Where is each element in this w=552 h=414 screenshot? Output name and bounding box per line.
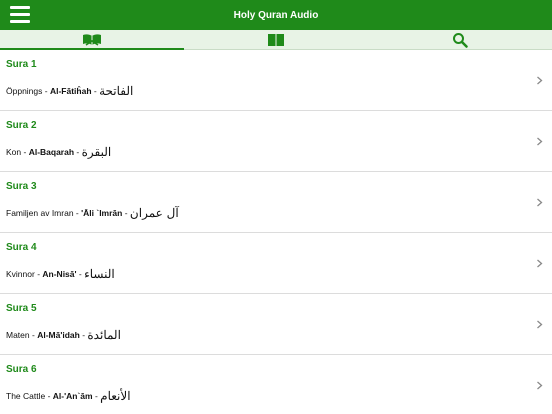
sura-number: Sura 3 [6, 181, 37, 192]
sura-arabic: الأنعام [100, 389, 131, 403]
menu-icon[interactable] [10, 6, 30, 24]
sura-number: Sura 4 [6, 242, 37, 253]
sura-title-line: Öppnings - Al-Fātiĥah - الفاتحة [6, 84, 134, 98]
sura-number: Sura 5 [6, 303, 37, 314]
chevron-right-icon [537, 259, 543, 268]
tab-reading[interactable] [184, 30, 368, 49]
chevron-right-icon [537, 76, 543, 85]
sura-transliteration: 'Āli `Imrān [81, 208, 123, 218]
sura-transliteration: Al-Fātiĥah [49, 86, 92, 96]
sura-row[interactable]: Sura 6 The Cattle - Al-'An`ām - الأنعام [0, 355, 552, 414]
sura-title-line: Kvinnor - An-Nisā' - النساء [6, 267, 115, 281]
sura-title-line: Familjen av Imran - 'Āli `Imrān - آل عمر… [6, 206, 179, 220]
sura-arabic: النساء [84, 267, 115, 281]
sura-list: Sura 1 Öppnings - Al-Fātiĥah - الفاتحة S… [0, 50, 552, 414]
sura-name: Familjen av Imran [6, 208, 74, 218]
chevron-right-icon [537, 381, 543, 390]
sura-number: Sura 6 [6, 364, 37, 375]
sura-row[interactable]: Sura 2 Kon - Al-Baqarah - البقرة [0, 111, 552, 172]
quran-book-icon [83, 33, 101, 46]
sura-name: Kvinnor [6, 269, 35, 279]
sura-arabic: البقرة [81, 145, 112, 159]
sura-row[interactable]: Sura 1 Öppnings - Al-Fātiĥah - الفاتحة [0, 50, 552, 111]
chevron-right-icon [537, 198, 543, 207]
chevron-right-icon [537, 320, 543, 329]
tab-quran[interactable] [0, 30, 184, 50]
sura-row[interactable]: Sura 3 Familjen av Imran - 'Āli `Imrān -… [0, 172, 552, 233]
app-title: Holy Quran Audio [233, 9, 319, 21]
sura-arabic: آل عمران [129, 206, 179, 220]
sura-name: Öppnings [6, 86, 43, 96]
sura-name: Maten [6, 330, 30, 340]
sura-number: Sura 2 [6, 120, 37, 131]
top-bar: Holy Quran Audio [0, 0, 552, 30]
sura-arabic: المائدة [87, 328, 121, 342]
sura-title-line: The Cattle - Al-'An`ām - الأنعام [6, 389, 131, 403]
sura-transliteration: An-Nisā' [42, 269, 77, 279]
sura-transliteration: Al-Baqarah [28, 147, 75, 157]
sura-title-line: Kon - Al-Baqarah - البقرة [6, 145, 112, 159]
tab-bar [0, 30, 552, 50]
sura-arabic: الفاتحة [99, 84, 134, 98]
sura-row[interactable]: Sura 4 Kvinnor - An-Nisā' - النساء [0, 233, 552, 294]
sura-title-line: Maten - Al-Mā'idah - المائدة [6, 328, 121, 342]
chevron-right-icon [537, 137, 543, 146]
open-book-icon [268, 33, 284, 46]
sura-number: Sura 1 [6, 59, 37, 70]
sura-name: Kon [6, 147, 22, 157]
search-icon [453, 32, 468, 48]
sura-name: The Cattle [6, 391, 46, 401]
sura-transliteration: Al-Mā'idah [37, 330, 80, 340]
sura-row[interactable]: Sura 5 Maten - Al-Mā'idah - المائدة [0, 294, 552, 355]
tab-search[interactable] [368, 30, 552, 49]
sura-transliteration: Al-'An`ām [52, 391, 93, 401]
